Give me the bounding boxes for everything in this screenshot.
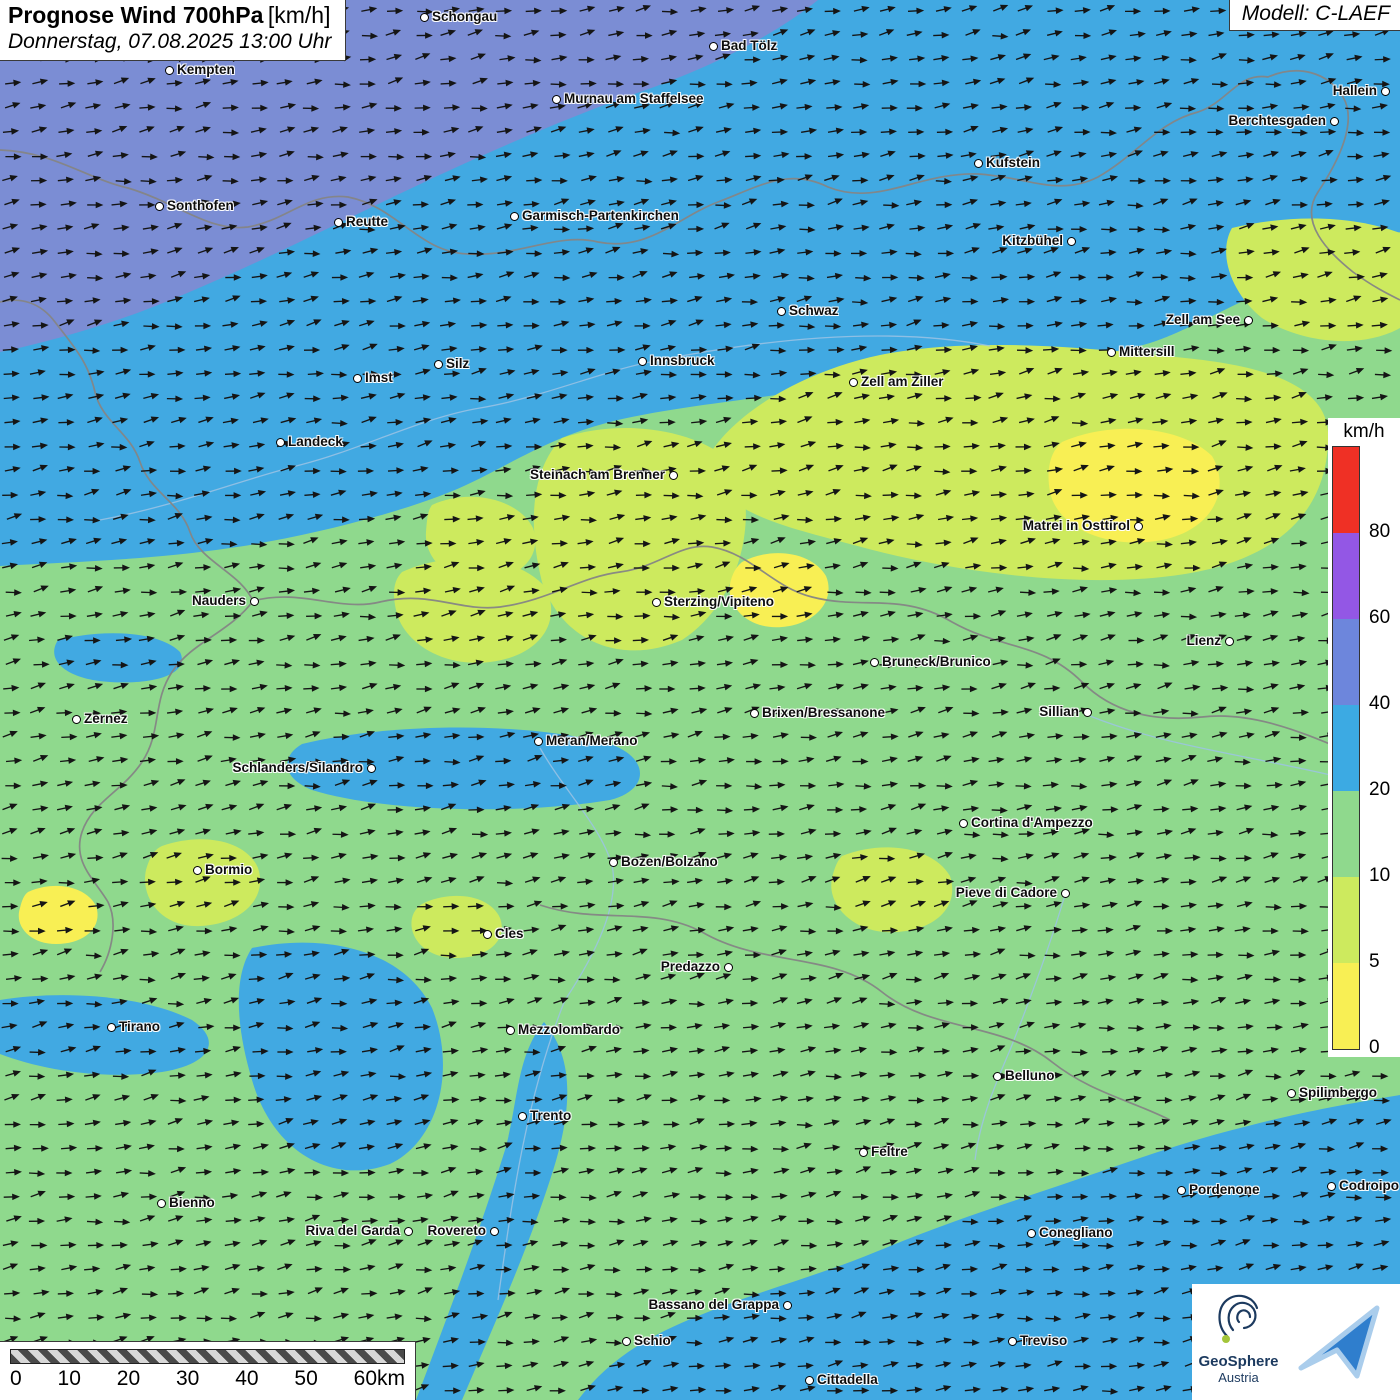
scalebar-label: 60km: [354, 1367, 405, 1391]
legend-color-segment: [1333, 791, 1359, 877]
scale-bar-labels: 0 10 20 30 40 50 60km: [10, 1367, 405, 1391]
legend-color-segment: [1333, 705, 1359, 791]
legend-tick-label: 80: [1369, 521, 1390, 543]
wind-region-0-5: [19, 886, 98, 944]
legend-tick-label: 20: [1369, 779, 1390, 801]
scalebar-label: 30: [176, 1367, 199, 1391]
legend-color-segment: [1333, 619, 1359, 705]
legend-tick-label: 5: [1369, 951, 1380, 973]
legend-tick-label: 60: [1369, 607, 1390, 629]
blue-arrow-icon: [1285, 1284, 1400, 1400]
legend-color-segment: [1333, 877, 1359, 963]
scalebar-label: 50: [294, 1367, 317, 1391]
scalebar-label: 0: [10, 1367, 22, 1391]
model-label: Modell: C-LAEF: [1229, 0, 1400, 31]
scalebar-label: 10: [58, 1367, 81, 1391]
scalebar-label: 40: [235, 1367, 258, 1391]
legend-tick-label: 0: [1369, 1037, 1380, 1059]
arrow-logo-box: [1285, 1284, 1400, 1400]
wind-speed-legend: km/h 80 60 40 20 10 5 0: [1328, 418, 1400, 1057]
geosphere-logo-box: GeoSphere Austria: [1192, 1284, 1285, 1400]
forecast-datetime: Donnerstag, 07.08.2025 13:00 Uhr: [8, 30, 331, 54]
geosphere-swirl-icon: [1213, 1290, 1265, 1346]
legend-color-segment: [1333, 447, 1359, 533]
scale-bar: 0 10 20 30 40 50 60km: [0, 1341, 416, 1400]
page-title-unit: [km/h]: [268, 2, 331, 28]
legend-color-segment: [1333, 533, 1359, 619]
legend-tick-label: 40: [1369, 693, 1390, 715]
legend-tick-label: 10: [1369, 865, 1390, 887]
wind-region-20-40: [287, 727, 640, 809]
legend-body: 806040201050: [1331, 447, 1400, 1051]
legend-unit-label: km/h: [1328, 418, 1400, 445]
legend-colorbar: [1333, 447, 1359, 1049]
logo-text-geosphere: GeoSphere: [1192, 1353, 1285, 1370]
title-box: Prognose Wind 700hPa [km/h] Donnerstag, …: [0, 0, 346, 61]
logo-text-austria: Austria: [1192, 1370, 1285, 1385]
wind-forecast-page: SchongauBad TölzKemptenMurnau am Staffel…: [0, 0, 1400, 1400]
legend-color-segment: [1333, 963, 1359, 1049]
scalebar-label: 20: [117, 1367, 140, 1391]
scale-bar-stripe: [10, 1349, 405, 1364]
wind-map: [0, 0, 1400, 1400]
page-title: Prognose Wind 700hPa: [8, 2, 263, 28]
